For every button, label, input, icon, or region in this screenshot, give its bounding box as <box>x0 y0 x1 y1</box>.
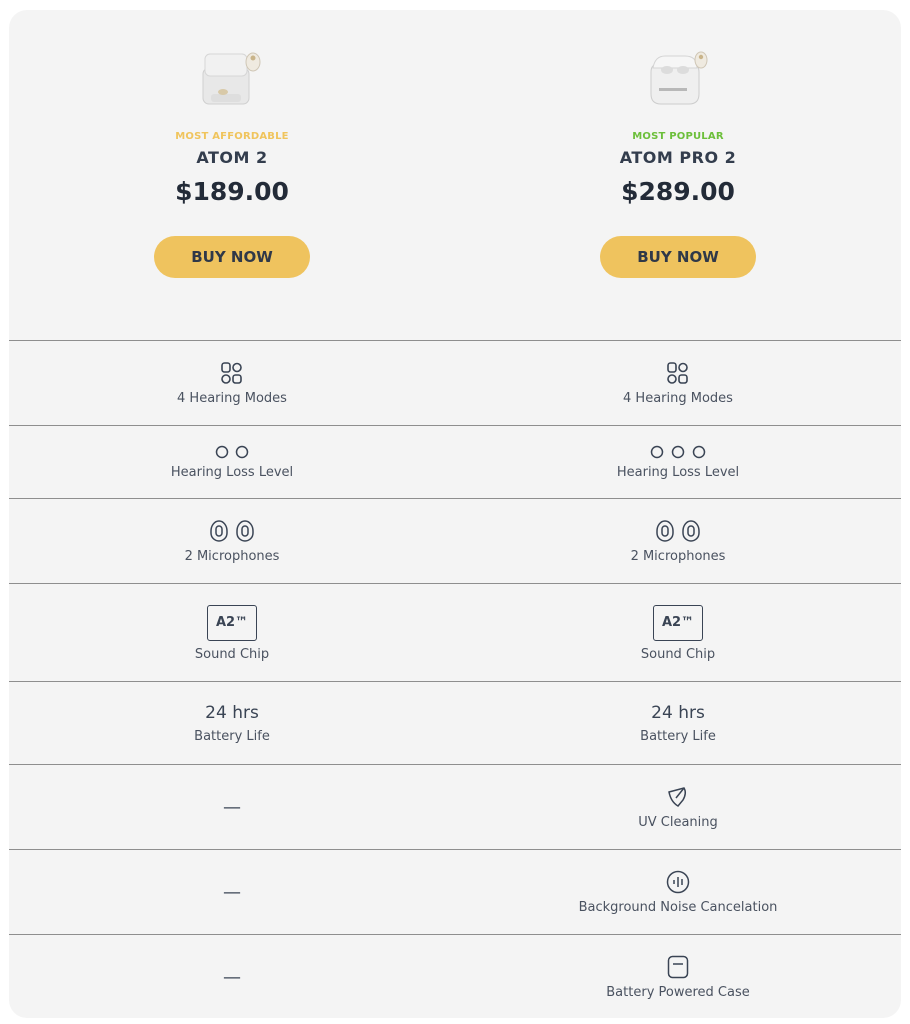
atom-pro-2-product-image <box>650 51 708 105</box>
battery-hours: 24 hrs <box>205 703 259 723</box>
product-price: $189.00 <box>175 177 289 206</box>
microphone-icon <box>656 520 700 542</box>
feature-label: Hearing Loss Level <box>616 465 740 480</box>
feature-cell: Hearing Loss Level <box>9 426 455 499</box>
product-name: ATOM PRO 2 <box>619 148 737 167</box>
feature-label: Background Noise Cancelation <box>578 900 778 915</box>
feature-row-battery-case: — Battery Powered Case <box>9 934 901 1018</box>
feature-cell: 24 hrs Battery Life <box>9 682 455 765</box>
feature-row-hearing-loss: Hearing Loss Level Hearing Loss Level <box>9 425 901 499</box>
feature-label: 4 Hearing Modes <box>177 391 287 406</box>
comparison-card: MOST AFFORDABLE ATOM 2 $189.00 BUY NOW M… <box>9 10 901 1018</box>
feature-label: 2 Microphones <box>630 549 726 564</box>
feature-label: UV Cleaning <box>638 815 718 830</box>
feature-cell: — <box>9 935 455 1018</box>
feature-cell: Background Noise Cancelation <box>455 850 901 935</box>
grid-modes-icon <box>667 362 688 384</box>
grid-modes-icon <box>221 362 242 384</box>
buy-now-button[interactable]: BUY NOW <box>600 236 756 278</box>
feature-cell: — <box>9 765 455 850</box>
feature-label: Battery Life <box>194 729 270 744</box>
feature-row-noise-cancelation: — Background Noise Cancelation <box>9 849 901 935</box>
uv-light-icon <box>668 787 687 807</box>
product-price: $289.00 <box>621 177 735 206</box>
feature-label: Battery Life <box>640 729 716 744</box>
product-atom-pro-2: MOST POPULAR ATOM PRO 2 $289.00 BUY NOW <box>455 10 901 340</box>
feature-cell: — <box>9 850 455 935</box>
feature-label: 4 Hearing Modes <box>623 391 733 406</box>
feature-row-uv-cleaning: — UV Cleaning <box>9 764 901 850</box>
feature-label: 2 Microphones <box>184 549 280 564</box>
not-included-dash: — <box>223 797 241 818</box>
feature-label: Sound Chip <box>194 646 270 662</box>
circle-level-icon <box>215 445 249 459</box>
noise-cancel-icon <box>666 870 690 894</box>
feature-cell: 24 hrs Battery Life <box>455 682 901 765</box>
feature-cell: 4 Hearing Modes <box>455 341 901 426</box>
product-name: ATOM 2 <box>196 148 268 167</box>
feature-row-sound-chip: A2™ Sound Chip A2™ Sound Chip <box>9 583 901 682</box>
circle-level-icon <box>650 445 706 459</box>
atom-2-product-image <box>202 52 261 105</box>
feature-label: Hearing Loss Level <box>170 465 294 480</box>
not-included-dash: — <box>223 966 241 988</box>
feature-row-battery-life: 24 hrs Battery Life 24 hrs Battery Life <box>9 681 901 765</box>
product-tag: MOST POPULAR <box>632 131 724 142</box>
product-header: MOST AFFORDABLE ATOM 2 $189.00 BUY NOW M… <box>9 10 901 340</box>
microphone-icon <box>210 520 254 542</box>
feature-cell: Battery Powered Case <box>455 935 901 1018</box>
not-included-dash: — <box>223 882 241 903</box>
feature-cell: 4 Hearing Modes <box>9 341 455 426</box>
battery-case-icon <box>667 955 689 978</box>
product-tag: MOST AFFORDABLE <box>175 131 289 142</box>
feature-row-hearing-modes: 4 Hearing Modes 4 Hearing Modes <box>9 340 901 426</box>
feature-cell: UV Cleaning <box>455 765 901 850</box>
chip-icon: A2™ <box>653 604 703 641</box>
buy-now-button[interactable]: BUY NOW <box>154 236 310 278</box>
feature-cell: 2 Microphones <box>455 499 901 584</box>
feature-cell: A2™ Sound Chip <box>9 584 455 682</box>
chip-icon: A2™ <box>207 604 257 641</box>
feature-cell: Hearing Loss Level <box>455 426 901 499</box>
battery-hours: 24 hrs <box>651 703 705 723</box>
feature-row-microphones: 2 Microphones 2 Microphones <box>9 498 901 584</box>
product-atom-2: MOST AFFORDABLE ATOM 2 $189.00 BUY NOW <box>9 10 455 340</box>
feature-cell: 2 Microphones <box>9 499 455 584</box>
feature-label: Battery Powered Case <box>606 984 750 1000</box>
feature-label: Sound Chip <box>640 646 716 662</box>
feature-cell: A2™ Sound Chip <box>455 584 901 682</box>
